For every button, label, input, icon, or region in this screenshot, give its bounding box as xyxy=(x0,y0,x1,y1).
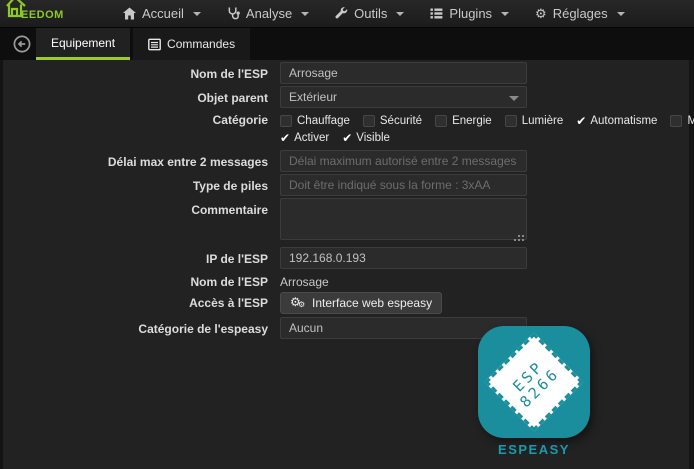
gear-icon: ⚙ xyxy=(298,300,306,309)
tab-label: Commandes xyxy=(167,37,236,51)
tab-commandes[interactable]: Commandes xyxy=(133,28,251,60)
arrow-circle-left-icon xyxy=(13,35,31,53)
button-label: Interface web espeasy xyxy=(312,296,433,310)
parent-object-select[interactable]: Extérieur xyxy=(280,86,527,108)
resize-grip[interactable] xyxy=(522,239,524,241)
espeasy-web-interface-button[interactable]: ⚙ ⚙ Interface web espeasy xyxy=(280,292,443,314)
checkbox-label: Energie xyxy=(452,115,492,127)
comment-textarea[interactable] xyxy=(280,198,527,240)
check-icon: ✔ xyxy=(576,114,587,128)
category-securite-checkbox[interactable]: Sécurité xyxy=(362,115,423,127)
checkbox-box xyxy=(504,115,517,127)
wrench-icon xyxy=(335,7,348,19)
menu-item-outils[interactable]: Outils xyxy=(322,0,417,28)
form-row-battery-type: Type de piles xyxy=(3,174,689,196)
stethoscope-icon xyxy=(228,7,240,20)
menu-label: Réglages xyxy=(552,6,608,21)
checkbox-label: Activer xyxy=(294,132,330,144)
cogs-icon: ⚙ ⚙ xyxy=(290,295,306,310)
espeasy-wordmark: ESPEASY xyxy=(498,442,570,457)
list-icon xyxy=(430,8,443,19)
parent-object-label: Objet parent xyxy=(197,91,268,105)
menu-label: Plugins xyxy=(449,6,493,21)
menu-item-reglages[interactable]: ⚙ Réglages xyxy=(522,0,638,28)
menu-label: Analyse xyxy=(245,6,293,21)
checkbox-box xyxy=(435,115,448,127)
checkbox-label: Chauffage xyxy=(297,115,350,127)
category-lumiere-checkbox[interactable]: Lumière xyxy=(504,115,564,127)
menu-item-accueil[interactable]: Accueil xyxy=(110,0,214,28)
tab-equipement[interactable]: Equipement xyxy=(36,28,131,60)
form-row-esp-name-static: Nom de l'ESP Arrosage xyxy=(3,271,689,289)
checkbox-label: Multimédia xyxy=(687,115,694,127)
tab-bar: Equipement Commandes xyxy=(0,28,694,60)
back-button[interactable] xyxy=(13,35,31,53)
max-delay-label: Délai max entre 2 messages xyxy=(107,155,268,169)
checkbox-label: Visible xyxy=(356,132,390,144)
chevron-down-icon xyxy=(301,11,310,16)
jeedom-logo[interactable]: EEDOM xyxy=(0,0,64,28)
check-icon: ✔ xyxy=(342,131,353,145)
flag-activer-checkbox[interactable]: ✔ Activer xyxy=(280,132,329,144)
tabs: Equipement Commandes xyxy=(36,28,694,60)
brand-name: EEDOM xyxy=(21,8,64,21)
form-row-esp-ip: IP de l'ESP xyxy=(3,247,689,269)
menu-label: Accueil xyxy=(142,6,184,21)
esp-name-static-value: Arrosage xyxy=(280,275,329,289)
checkbox-box xyxy=(670,115,683,127)
form-row-category: Catégorie Chauffage Sécurité Energie Lumièr… xyxy=(3,110,694,146)
max-delay-input[interactable] xyxy=(280,150,527,172)
form-row-esp-access: Accès à l'ESP ⚙ ⚙ Interface web espeasy xyxy=(3,292,689,315)
chevron-down-icon xyxy=(616,11,625,16)
battery-type-label: Type de piles xyxy=(192,179,268,193)
comment-label: Commentaire xyxy=(191,203,268,217)
gear-icon: ⚙ xyxy=(535,6,547,21)
selected-value: Aucun xyxy=(289,321,324,335)
main-menu: Accueil Analyse Outils Plugins ⚙ Réglage… xyxy=(110,0,638,28)
esp-name-input[interactable] xyxy=(280,62,527,84)
flag-visible-checkbox[interactable]: ✔ Visible xyxy=(342,132,390,144)
category-energie-checkbox[interactable]: Energie xyxy=(435,115,492,127)
category-label: Catégorie xyxy=(212,113,268,127)
esp-ip-label: IP de l'ESP xyxy=(206,252,268,266)
category-options: Chauffage Sécurité Energie Lumière ✔ Automati… xyxy=(280,113,694,129)
checkbox-label: Sécurité xyxy=(379,115,423,127)
form-row-parent-object: Objet parent Extérieur xyxy=(3,86,689,108)
esp-access-label: Accès à l'ESP xyxy=(189,296,268,310)
form-row-espeasy-category: Catégorie de l'espeasy Aucun xyxy=(3,317,689,339)
category-chauffage-checkbox[interactable]: Chauffage xyxy=(280,115,350,127)
chevron-down-icon xyxy=(192,11,201,16)
category-multimedia-checkbox[interactable]: Multimédia xyxy=(670,115,694,127)
chevron-down-icon xyxy=(509,96,519,101)
tab-label: Equipement xyxy=(51,35,116,50)
top-navbar: EEDOM Accueil Analyse Outils Plugins ⚙ R… xyxy=(0,0,694,28)
home-icon xyxy=(123,7,136,20)
category-automatisme-checkbox[interactable]: ✔ Automatisme xyxy=(576,115,657,127)
form-row-max-delay: Délai max entre 2 messages xyxy=(3,150,689,172)
checkbox-label: Lumière xyxy=(521,115,564,127)
commands-list-icon xyxy=(148,38,161,50)
esp-ip-input[interactable] xyxy=(280,247,527,269)
check-icon: ✔ xyxy=(280,131,291,145)
checkbox-label: Automatisme xyxy=(590,115,658,127)
menu-label: Outils xyxy=(354,6,388,21)
chevron-down-icon xyxy=(396,11,405,16)
battery-type-input[interactable] xyxy=(280,174,527,196)
menu-item-plugins[interactable]: Plugins xyxy=(417,0,522,28)
form-row-comment: Commentaire xyxy=(3,198,689,245)
checkbox-box xyxy=(362,115,375,127)
selected-value: Extérieur xyxy=(289,90,338,104)
category-flags: ✔ Activer ✔ Visible xyxy=(280,130,694,146)
espeasy-category-label: Catégorie de l'espeasy xyxy=(138,322,268,336)
menu-item-analyse[interactable]: Analyse xyxy=(214,0,322,28)
equipment-form: Nom de l'ESP Objet parent Extérieur Caté… xyxy=(3,60,694,339)
form-row-esp-name: Nom de l'ESP xyxy=(3,62,689,84)
espeasy-logo: ESP 8266 xyxy=(478,326,590,438)
esp-name-static-label: Nom de l'ESP xyxy=(190,275,268,289)
chevron-down-icon xyxy=(501,11,510,16)
checkbox-box xyxy=(280,115,292,127)
esp-name-label: Nom de l'ESP xyxy=(190,67,268,81)
